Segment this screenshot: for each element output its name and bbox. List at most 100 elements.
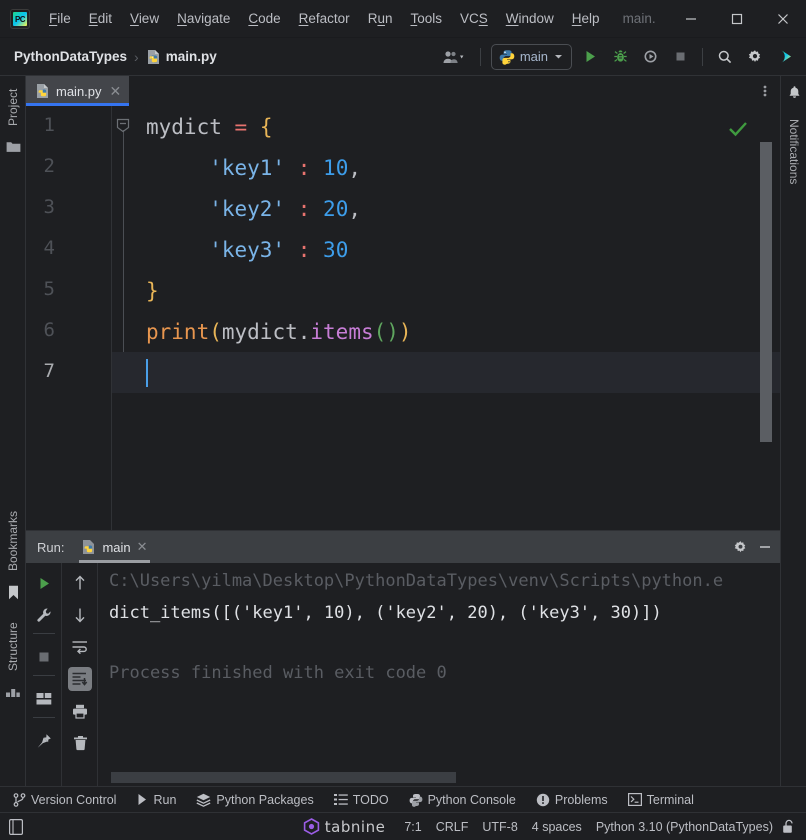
close-icon[interactable]: ✕ <box>108 84 122 98</box>
menu-tools[interactable]: Tools <box>401 8 451 29</box>
tool-window-python-console[interactable]: Python Console <box>402 790 523 810</box>
stop-button[interactable] <box>666 43 694 71</box>
right-tool-rail: Notifications <box>780 76 806 786</box>
rerun-button[interactable] <box>32 571 56 595</box>
menu-run[interactable]: Run <box>359 8 402 29</box>
sidebar-item-structure[interactable]: Structure <box>0 614 26 680</box>
print-icon <box>73 704 87 719</box>
indent-setting[interactable]: 4 spaces <box>525 818 589 836</box>
search-icon <box>718 50 732 63</box>
tool-window-todo[interactable]: TODO <box>327 790 396 810</box>
close-icon[interactable]: ✕ <box>137 539 148 555</box>
menu-window[interactable]: Window <box>497 8 563 29</box>
layout-button[interactable] <box>32 687 56 711</box>
folder-icon[interactable] <box>5 138 21 154</box>
code-line-4[interactable]: 'key3' : 30 <box>112 229 780 270</box>
maximize-button[interactable] <box>714 0 760 38</box>
tool-window-run[interactable]: Run <box>129 790 183 810</box>
code-token-number: 30 <box>323 237 349 262</box>
code-content[interactable]: mydict = { 'key1' : 10, 'key2' : 20, 'ke… <box>112 106 780 530</box>
menu-view[interactable]: View <box>121 8 168 29</box>
editor-vertical-scrollbar[interactable] <box>760 142 772 442</box>
run-button[interactable] <box>576 43 604 71</box>
scroll-to-end-button[interactable] <box>68 667 92 691</box>
editor-tabs-more-button[interactable] <box>750 76 780 106</box>
tabnine-status[interactable]: tabnine <box>303 818 386 836</box>
clear-all-button[interactable] <box>68 731 92 755</box>
code-line-7[interactable] <box>112 352 780 393</box>
toolbar-actions: main <box>437 38 806 76</box>
code-line-1[interactable]: mydict = { <box>112 106 780 147</box>
tool-window-version-control[interactable]: Version Control <box>6 790 123 810</box>
search-everywhere-button[interactable] <box>711 43 739 71</box>
tool-window-python-packages[interactable]: Python Packages <box>189 790 320 810</box>
tool-window-label: Run <box>153 792 177 807</box>
tool-window-problems[interactable]: Problems <box>529 790 615 810</box>
code-line-6[interactable]: print(mydict. items()) <box>112 311 780 352</box>
trash-icon <box>73 736 87 751</box>
sidebar-item-project[interactable]: Project <box>0 78 26 136</box>
code-token-number: 10 <box>323 155 349 180</box>
run-configuration-name: main <box>519 49 548 64</box>
lock-toggle-button[interactable] <box>782 819 796 834</box>
settings-button[interactable] <box>741 43 769 71</box>
bookmark-icon[interactable] <box>5 584 21 600</box>
menu-code[interactable]: Code <box>239 8 289 29</box>
stop-button[interactable] <box>32 645 56 669</box>
menu-navigate[interactable]: Navigate <box>168 8 239 29</box>
code-line-3[interactable]: 'key2' : 20, <box>112 188 780 229</box>
print-button[interactable] <box>68 699 92 723</box>
code-token-variable: mydict <box>146 114 222 139</box>
minimize-button[interactable] <box>668 0 714 38</box>
tool-window-terminal[interactable]: Terminal <box>621 790 701 810</box>
code-line-2[interactable]: 'key1' : 10, <box>112 147 780 188</box>
down-button[interactable] <box>68 603 92 627</box>
sidebar-item-notifications[interactable]: Notifications <box>781 104 806 200</box>
run-settings-button[interactable] <box>733 540 748 555</box>
menu-refactor[interactable]: Refactor <box>290 8 359 29</box>
reader-mode-button[interactable] <box>9 818 23 835</box>
caret-position[interactable]: 7:1 <box>397 818 428 836</box>
inspection-status-icon[interactable] <box>728 120 748 138</box>
run-toolbar-left <box>26 563 62 787</box>
pin-tab-button[interactable] <box>32 729 56 753</box>
sidebar-item-bookmarks[interactable]: Bookmarks <box>0 502 26 580</box>
line-separator[interactable]: CRLF <box>429 818 476 836</box>
code-token-method: items <box>310 319 374 344</box>
file-encoding[interactable]: UTF-8 <box>475 818 524 836</box>
structure-icon[interactable] <box>5 684 21 700</box>
soft-wrap-button[interactable] <box>68 635 92 659</box>
ai-assistant-button[interactable] <box>771 43 799 71</box>
editor-gutter[interactable]: 1 2 3 4 5 6 7 <box>26 106 112 530</box>
pin-icon <box>37 734 51 748</box>
menu-help[interactable]: Help <box>563 8 609 29</box>
breadcrumb-file[interactable]: main.py <box>146 49 217 65</box>
editor-tab-main-py[interactable]: main.py ✕ <box>26 76 130 106</box>
gear-icon <box>734 540 746 552</box>
account-button[interactable] <box>438 43 472 71</box>
run-tab-main[interactable]: main ✕ <box>77 531 151 563</box>
code-line-5[interactable]: } <box>112 270 780 311</box>
menu-edit[interactable]: Edit <box>80 8 121 29</box>
debug-button[interactable] <box>606 43 634 71</box>
modify-run-configuration-button[interactable] <box>32 603 56 627</box>
run-with-coverage-button[interactable] <box>636 43 664 71</box>
todo-list-icon <box>333 794 348 805</box>
up-button[interactable] <box>68 571 92 595</box>
close-button[interactable] <box>760 0 806 38</box>
toolbar-divider-2 <box>702 47 703 66</box>
code-editor[interactable]: 1 2 3 4 5 6 7 mydict = { 'key1' : 10, 'k… <box>26 106 780 530</box>
python-interpreter[interactable]: Python 3.10 (PythonDataTypes) <box>589 818 780 836</box>
code-token-function: print <box>146 319 210 344</box>
code-token-paren: ) <box>398 319 412 344</box>
bell-icon[interactable] <box>786 84 802 100</box>
menu-vcs[interactable]: VCS <box>451 8 497 29</box>
breadcrumb-project[interactable]: PythonDataTypes <box>14 49 127 64</box>
menu-file[interactable]: File <box>40 8 80 29</box>
code-token-operator: = <box>234 114 248 139</box>
run-console-output[interactable]: C:\Users\yilma\Desktop\PythonDataTypes\v… <box>99 563 780 787</box>
console-horizontal-scrollbar[interactable] <box>111 772 456 783</box>
run-minimize-button[interactable] <box>758 540 772 554</box>
run-configuration-selector[interactable]: main <box>490 43 572 70</box>
python-file-icon <box>83 540 95 554</box>
